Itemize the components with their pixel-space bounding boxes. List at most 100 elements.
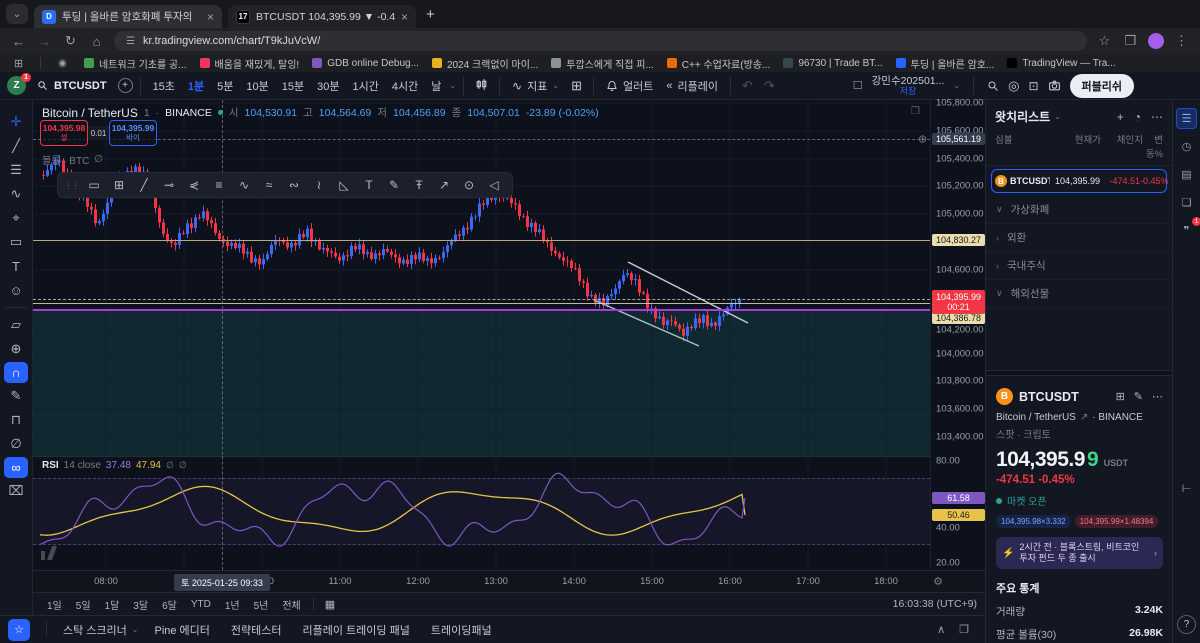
horizontal-ray-icon[interactable]: ⊸ — [157, 175, 181, 195]
go-to-date-icon[interactable]: ▦ — [320, 598, 340, 611]
bookmark-tukkaps[interactable]: 투깝스에게 직접 피... — [551, 56, 654, 71]
chat-panel-icon[interactable]: ❞1 — [1176, 220, 1197, 241]
flat-channel-icon[interactable]: ≡ — [207, 175, 231, 195]
browser-profile-avatar[interactable] — [1148, 33, 1164, 49]
favorites-star-icon[interactable]: ☆ — [8, 619, 30, 641]
bookmark-gdb-online[interactable]: GDB online Debug... — [312, 58, 419, 69]
help-button[interactable]: ? — [1177, 615, 1196, 634]
ask-pill[interactable]: 104,395.99×1.48394 — [1075, 515, 1159, 528]
maximize-panel-icon[interactable]: ❐ — [959, 623, 969, 636]
price-label-icon[interactable]: ◁ — [482, 175, 506, 195]
timeframe-30m[interactable]: 30분 — [312, 75, 344, 97]
watchlist-title[interactable]: 왓치리스트 — [995, 108, 1050, 125]
purple-level-line[interactable] — [33, 309, 930, 311]
tab-close-icon[interactable]: × — [401, 10, 408, 24]
price-axis[interactable]: 105,800.00105,600.00105,400.00105,200.00… — [930, 100, 985, 570]
time-axis[interactable]: 08:0010:0011:0012:0013:0014:0015:0016:00… — [33, 570, 985, 592]
chevron-down-icon[interactable]: ⌄ — [1054, 112, 1061, 121]
range-ytd[interactable]: YTD — [185, 597, 217, 612]
more-icon[interactable]: ⋯ — [1152, 390, 1163, 403]
globe-bookmark-icon[interactable]: ◉ — [54, 58, 71, 69]
range-3mo[interactable]: 3달 — [127, 595, 154, 614]
bookmark-trade-96730[interactable]: 96730 | Trade BT... — [783, 58, 882, 69]
watchlist-group-forex[interactable]: › 외환 — [986, 224, 1172, 252]
bookmark-taling[interactable]: 배움을 재밌게, 탈잉! — [200, 56, 300, 71]
triangle-pattern-icon[interactable]: ◺ — [332, 175, 356, 195]
grid-layout-icon[interactable]: ⊞ — [1116, 390, 1125, 403]
favorite-drawings-toolbar[interactable]: ⋮⋮ ▭⊞╱⊸⋞≡∿≈∾≀◺T✎Ŧ↗⊙◁ — [57, 172, 513, 198]
add-symbol-icon[interactable]: + — [1117, 110, 1124, 124]
anchored-text-icon[interactable]: Ŧ — [407, 175, 431, 195]
apps-grid-icon[interactable]: ⊞ — [10, 57, 27, 70]
forecast-tool-icon[interactable]: ⌖ — [3, 206, 29, 230]
indicators-button[interactable]: ∿ 지표 ⌄ — [507, 75, 564, 97]
sidebar-splitter[interactable] — [986, 370, 1172, 376]
save-status[interactable]: 저장 — [900, 86, 917, 96]
external-link-icon[interactable]: ↗ — [1080, 412, 1088, 423]
timeframe-4h[interactable]: 4시간 — [387, 75, 423, 97]
watchlist-group-kr-stocks[interactable]: › 국내주식 — [986, 252, 1172, 280]
address-bar[interactable]: ☰ kr.tradingview.com/chart/T9kJuVcW/ — [114, 31, 1087, 51]
browser-tab-tradingview[interactable]: 17 BTCUSDT 104,395.99 ▼ -0.45 × — [228, 5, 416, 28]
tab-trading-panel[interactable]: 트레이딩패널 — [431, 622, 497, 638]
tab-stock-screener[interactable]: 스탁 스크리너 ⌄ — [63, 622, 138, 638]
timeframe-10m[interactable]: 10분 — [241, 75, 273, 97]
browser-menu-icon[interactable]: ⋮ — [1173, 33, 1190, 49]
detail-symbol[interactable]: BTCUSDT — [1019, 390, 1079, 404]
bookmark-network-basics[interactable]: 네트워크 기초를 공... — [84, 56, 187, 71]
magnet-tool-icon[interactable]: ∩ — [4, 362, 28, 383]
elliott-correction-icon[interactable]: ≈ — [257, 175, 281, 195]
publish-button[interactable]: 퍼블리쉬 — [1070, 74, 1134, 98]
range-1d[interactable]: 1일 — [41, 595, 68, 614]
fib-tool-icon[interactable]: ☰ — [3, 158, 29, 182]
calendar-panel-icon[interactable]: ⊢ — [1176, 478, 1197, 499]
object-tree-panel-icon[interactable]: ❏ — [1176, 192, 1197, 213]
pie-icon[interactable]: ◔ — [1134, 110, 1141, 124]
eye-off-icon[interactable]: ∅ — [179, 460, 187, 471]
watchlist-panel-icon[interactable]: ☰ — [1176, 108, 1197, 129]
camera-snapshot-icon[interactable] — [1048, 79, 1061, 92]
compare-add-icon[interactable]: + — [118, 78, 133, 93]
more-icon[interactable]: ⋯ — [1151, 110, 1163, 124]
rectangle-tool-icon[interactable]: ▭ — [82, 175, 106, 195]
tab-pine-editor[interactable]: Pine 에디터 — [154, 622, 214, 638]
projection-drawing-icon[interactable]: ⊙ — [457, 175, 481, 195]
tab-search-button[interactable]: ⌄ — [6, 4, 28, 24]
news-panel-icon[interactable]: ▤ — [1176, 164, 1197, 185]
watchlist-row-btcusdt[interactable]: B BTCUSDT 104,395.99 -474.51 -0.45% — [991, 169, 1167, 193]
timeframe-5m[interactable]: 5분 — [212, 75, 238, 97]
bookmark-tradingview[interactable]: TradingView — Tra... — [1007, 58, 1115, 69]
emoji-tool-icon[interactable]: ☺ — [3, 278, 29, 302]
range-6mo[interactable]: 6달 — [156, 595, 183, 614]
text-tool-icon[interactable]: T — [3, 254, 29, 278]
reload-icon[interactable]: ↻ — [62, 33, 79, 49]
price-level-line[interactable] — [33, 240, 930, 241]
hide-drawings-tool-icon[interactable]: ∅ — [3, 432, 29, 456]
symbol-title[interactable]: Bitcoin / TetherUS — [42, 106, 138, 120]
text-drawing-icon[interactable]: T — [357, 175, 381, 195]
zoom-in-tool-icon[interactable]: ⊕ — [3, 337, 29, 361]
undo-icon[interactable]: ↶ — [738, 78, 757, 94]
arrow-drawing-icon[interactable]: ↗ — [432, 175, 456, 195]
elliott-wave-icon[interactable]: ∿ — [232, 175, 256, 195]
bookmark-star-icon[interactable]: ☆ — [1096, 33, 1113, 49]
new-tab-button[interactable]: + — [426, 6, 435, 23]
eye-off-icon[interactable]: ∅ — [94, 154, 103, 165]
eye-off-icon[interactable]: ∅ — [166, 460, 174, 471]
abcd-pattern-icon[interactable]: ∾ — [282, 175, 306, 195]
timeframe-1m[interactable]: 1분 — [183, 75, 209, 97]
pane-maximize-icon[interactable]: ❐ — [911, 106, 920, 117]
buy-button[interactable]: 104,395.99 바이 — [109, 120, 157, 146]
bid-pill[interactable]: 104,395.98×3.332 — [996, 515, 1071, 528]
drawing-mode-tool-icon[interactable]: ✎ — [3, 384, 29, 408]
redo-icon[interactable]: ↷ — [760, 78, 779, 94]
bookmark-tooding[interactable]: 투딩 | 올바른 암호... — [896, 56, 995, 71]
chart-legend[interactable]: Bitcoin / TetherUS 1 · BINANCE 시104,530.… — [42, 105, 599, 120]
trendline-drawing-icon[interactable]: ╱ — [132, 175, 156, 195]
range-1y[interactable]: 1년 — [219, 595, 246, 614]
pane-separator[interactable] — [33, 456, 930, 457]
symbol-search-button[interactable]: BTCUSDT — [29, 80, 115, 92]
quick-search-icon[interactable] — [987, 80, 999, 92]
alerts-panel-icon[interactable]: ◷ — [1176, 136, 1197, 157]
bookmark-crack-2024[interactable]: 2024 크랙없이 마이... — [432, 56, 538, 71]
